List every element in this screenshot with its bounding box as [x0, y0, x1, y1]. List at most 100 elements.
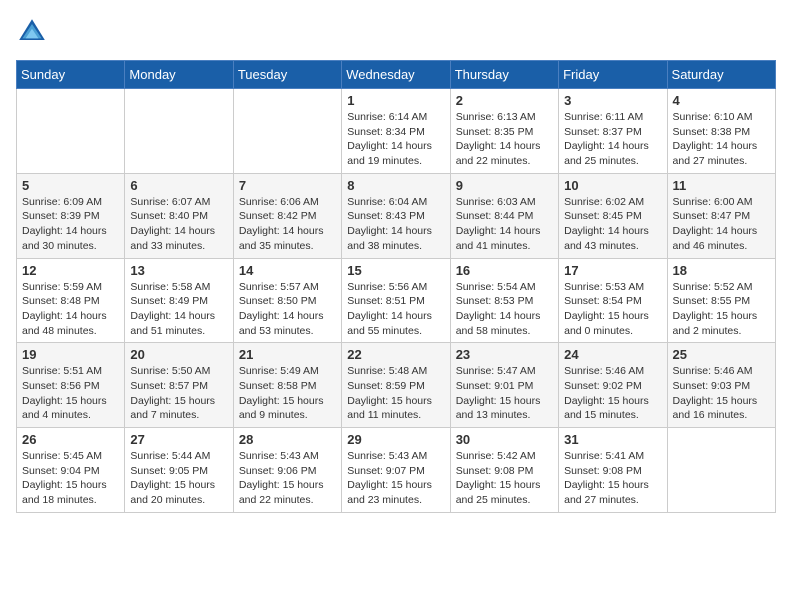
calendar-cell: 30 Sunrise: 5:42 AMSunset: 9:08 PMDayligh…	[450, 428, 558, 513]
day-info: Sunrise: 5:51 AMSunset: 8:56 PMDaylight:…	[22, 364, 119, 423]
day-number: 5	[22, 178, 119, 193]
day-info: Sunrise: 5:47 AMSunset: 9:01 PMDaylight:…	[456, 364, 553, 423]
calendar-day-header: Tuesday	[233, 61, 341, 89]
day-number: 10	[564, 178, 661, 193]
day-info: Sunrise: 5:48 AMSunset: 8:59 PMDaylight:…	[347, 364, 444, 423]
day-info: Sunrise: 5:41 AMSunset: 9:08 PMDaylight:…	[564, 449, 661, 508]
calendar-cell: 9 Sunrise: 6:03 AMSunset: 8:44 PMDaylight…	[450, 173, 558, 258]
logo-icon	[16, 16, 48, 48]
calendar-cell: 17Sunrise: 5:53 AMSunset: 8:54 PMDayligh…	[559, 258, 667, 343]
calendar-cell: 1 Sunrise: 6:14 AMSunset: 8:34 PMDaylight…	[342, 89, 450, 174]
calendar-cell: 23 Sunrise: 5:47 AMSunset: 9:01 PMDayligh…	[450, 343, 558, 428]
day-number: 19	[22, 347, 119, 362]
day-number: 25	[673, 347, 770, 362]
day-number: 8	[347, 178, 444, 193]
day-info: Sunrise: 6:02 AMSunset: 8:45 PMDaylight:…	[564, 195, 661, 254]
day-number: 20	[130, 347, 227, 362]
day-info: Sunrise: 5:44 AMSunset: 9:05 PMDaylight:…	[130, 449, 227, 508]
day-info: Sunrise: 5:42 AMSunset: 9:08 PMDaylight:…	[456, 449, 553, 508]
calendar-cell: 16 Sunrise: 5:54 AMSunset: 8:53 PMDayligh…	[450, 258, 558, 343]
calendar-week-row: 1 Sunrise: 6:14 AMSunset: 8:34 PMDaylight…	[17, 89, 776, 174]
day-info: Sunrise: 5:46 AMSunset: 9:03 PMDaylight:…	[673, 364, 770, 423]
calendar-cell: 22 Sunrise: 5:48 AMSunset: 8:59 PMDayligh…	[342, 343, 450, 428]
day-number: 26	[22, 432, 119, 447]
day-info: Sunrise: 5:52 AMSunset: 8:55 PMDaylight:…	[673, 280, 770, 339]
calendar-cell: 19 Sunrise: 5:51 AMSunset: 8:56 PMDayligh…	[17, 343, 125, 428]
day-info: Sunrise: 5:54 AMSunset: 8:53 PMDaylight:…	[456, 280, 553, 339]
calendar-day-header: Monday	[125, 61, 233, 89]
calendar-cell: 10 Sunrise: 6:02 AMSunset: 8:45 PMDayligh…	[559, 173, 667, 258]
day-number: 7	[239, 178, 336, 193]
day-info: Sunrise: 5:59 AMSunset: 8:48 PMDaylight:…	[22, 280, 119, 339]
day-info: Sunrise: 6:06 AMSunset: 8:42 PMDaylight:…	[239, 195, 336, 254]
calendar-day-header: Sunday	[17, 61, 125, 89]
calendar-table: SundayMondayTuesdayWednesdayThursdayFrid…	[16, 60, 776, 513]
calendar-cell: 20 Sunrise: 5:50 AMSunset: 8:57 PMDayligh…	[125, 343, 233, 428]
day-info: Sunrise: 5:43 AMSunset: 9:06 PMDaylight:…	[239, 449, 336, 508]
calendar-day-header: Saturday	[667, 61, 775, 89]
day-number: 29	[347, 432, 444, 447]
day-number: 28	[239, 432, 336, 447]
day-info: Sunrise: 6:04 AMSunset: 8:43 PMDaylight:…	[347, 195, 444, 254]
calendar-cell: 27 Sunrise: 5:44 AMSunset: 9:05 PMDayligh…	[125, 428, 233, 513]
day-number: 21	[239, 347, 336, 362]
day-info: Sunrise: 6:00 AMSunset: 8:47 PMDaylight:…	[673, 195, 770, 254]
logo	[16, 16, 52, 48]
day-number: 22	[347, 347, 444, 362]
day-info: Sunrise: 5:45 AMSunset: 9:04 PMDaylight:…	[22, 449, 119, 508]
calendar-cell: 3 Sunrise: 6:11 AMSunset: 8:37 PMDaylight…	[559, 89, 667, 174]
calendar-cell: 24 Sunrise: 5:46 AMSunset: 9:02 PMDayligh…	[559, 343, 667, 428]
day-number: 6	[130, 178, 227, 193]
day-info: Sunrise: 5:50 AMSunset: 8:57 PMDaylight:…	[130, 364, 227, 423]
day-info: Sunrise: 6:13 AMSunset: 8:35 PMDaylight:…	[456, 110, 553, 169]
day-number: 2	[456, 93, 553, 108]
day-number: 3	[564, 93, 661, 108]
day-info: Sunrise: 6:14 AMSunset: 8:34 PMDaylight:…	[347, 110, 444, 169]
calendar-week-row: 19 Sunrise: 5:51 AMSunset: 8:56 PMDayligh…	[17, 343, 776, 428]
calendar-cell: 14Sunrise: 5:57 AMSunset: 8:50 PMDayligh…	[233, 258, 341, 343]
calendar-cell: 25 Sunrise: 5:46 AMSunset: 9:03 PMDayligh…	[667, 343, 775, 428]
calendar-cell: 28 Sunrise: 5:43 AMSunset: 9:06 PMDayligh…	[233, 428, 341, 513]
day-number: 4	[673, 93, 770, 108]
day-info: Sunrise: 5:43 AMSunset: 9:07 PMDaylight:…	[347, 449, 444, 508]
calendar-cell	[233, 89, 341, 174]
calendar-cell: 11 Sunrise: 6:00 AMSunset: 8:47 PMDayligh…	[667, 173, 775, 258]
day-info: Sunrise: 6:09 AMSunset: 8:39 PMDaylight:…	[22, 195, 119, 254]
day-info: Sunrise: 5:46 AMSunset: 9:02 PMDaylight:…	[564, 364, 661, 423]
calendar-cell: 2 Sunrise: 6:13 AMSunset: 8:35 PMDaylight…	[450, 89, 558, 174]
day-number: 27	[130, 432, 227, 447]
calendar-cell	[125, 89, 233, 174]
day-number: 12	[22, 263, 119, 278]
calendar-cell: 6 Sunrise: 6:07 AMSunset: 8:40 PMDaylight…	[125, 173, 233, 258]
calendar-cell: 26 Sunrise: 5:45 AMSunset: 9:04 PMDayligh…	[17, 428, 125, 513]
day-number: 23	[456, 347, 553, 362]
calendar-cell: 7 Sunrise: 6:06 AMSunset: 8:42 PMDaylight…	[233, 173, 341, 258]
calendar-cell: 15Sunrise: 5:56 AMSunset: 8:51 PMDayligh…	[342, 258, 450, 343]
day-number: 24	[564, 347, 661, 362]
day-number: 1	[347, 93, 444, 108]
day-info: Sunrise: 6:07 AMSunset: 8:40 PMDaylight:…	[130, 195, 227, 254]
calendar-week-row: 5 Sunrise: 6:09 AMSunset: 8:39 PMDaylight…	[17, 173, 776, 258]
day-number: 13	[130, 263, 227, 278]
day-info: Sunrise: 5:49 AMSunset: 8:58 PMDaylight:…	[239, 364, 336, 423]
calendar-cell: 18 Sunrise: 5:52 AMSunset: 8:55 PMDayligh…	[667, 258, 775, 343]
day-info: Sunrise: 6:03 AMSunset: 8:44 PMDaylight:…	[456, 195, 553, 254]
calendar-cell: 21 Sunrise: 5:49 AMSunset: 8:58 PMDayligh…	[233, 343, 341, 428]
calendar-day-header: Friday	[559, 61, 667, 89]
day-number: 18	[673, 263, 770, 278]
day-info: Sunrise: 5:53 AMSunset: 8:54 PMDaylight:…	[564, 280, 661, 339]
calendar-cell: 31Sunrise: 5:41 AMSunset: 9:08 PMDayligh…	[559, 428, 667, 513]
day-number: 16	[456, 263, 553, 278]
calendar-week-row: 12 Sunrise: 5:59 AMSunset: 8:48 PMDayligh…	[17, 258, 776, 343]
calendar-cell: 4Sunrise: 6:10 AMSunset: 8:38 PMDaylight…	[667, 89, 775, 174]
calendar-cell: 5 Sunrise: 6:09 AMSunset: 8:39 PMDaylight…	[17, 173, 125, 258]
day-number: 11	[673, 178, 770, 193]
day-number: 9	[456, 178, 553, 193]
day-number: 30	[456, 432, 553, 447]
day-info: Sunrise: 6:11 AMSunset: 8:37 PMDaylight:…	[564, 110, 661, 169]
day-info: Sunrise: 5:56 AMSunset: 8:51 PMDaylight:…	[347, 280, 444, 339]
calendar-cell: 29 Sunrise: 5:43 AMSunset: 9:07 PMDayligh…	[342, 428, 450, 513]
calendar-week-row: 26 Sunrise: 5:45 AMSunset: 9:04 PMDayligh…	[17, 428, 776, 513]
calendar-day-header: Thursday	[450, 61, 558, 89]
day-number: 14	[239, 263, 336, 278]
